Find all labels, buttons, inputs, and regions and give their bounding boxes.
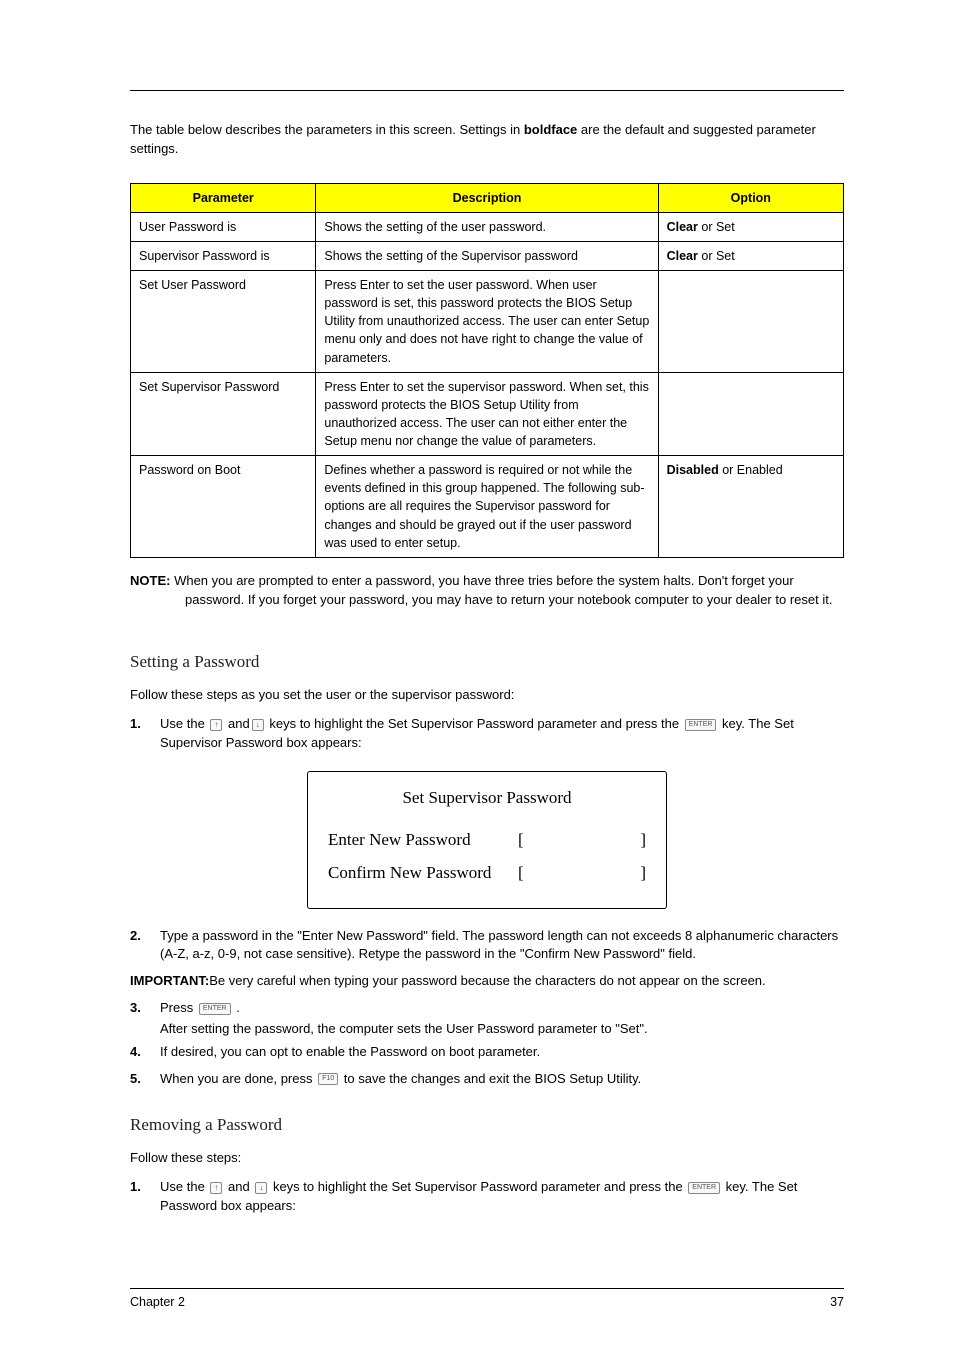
down-arrow-key-icon: ↓ — [255, 1182, 267, 1194]
step-content: Use the ↑ and↓ keys to highlight the Set… — [160, 715, 844, 753]
enter-key-icon: ENTER — [688, 1182, 720, 1194]
header-option: Option — [658, 183, 843, 212]
opt-cell: Disabled or Enabled — [658, 456, 843, 558]
step-content: Press ENTER . — [160, 999, 844, 1018]
enter-key-icon: ENTER — [685, 719, 717, 731]
set-supervisor-password-dialog: Set Supervisor Password Enter New Passwo… — [307, 771, 667, 909]
param-cell: Set Supervisor Password — [131, 372, 316, 456]
step3-post: . — [233, 1000, 240, 1015]
desc-cell: Shows the setting of the Supervisor pass… — [316, 241, 658, 270]
param-cell: Supervisor Password is — [131, 241, 316, 270]
table-header-row: Parameter Description Option — [131, 183, 844, 212]
bracket-right: ] — [636, 861, 646, 886]
step5-post: to save the changes and exit the BIOS Se… — [340, 1071, 641, 1086]
table-row: Set Supervisor Password Press Enter to s… — [131, 372, 844, 456]
step-content: When you are done, press F10 to save the… — [160, 1070, 844, 1089]
step5-pre: When you are done, press — [160, 1071, 316, 1086]
opt-rest: or Set — [698, 220, 735, 234]
rstep1-mid2: keys to highlight the Set Supervisor Pas… — [269, 1179, 686, 1194]
intro-bold: boldface — [524, 122, 577, 137]
enter-key-icon: ENTER — [199, 1003, 231, 1015]
desc-cell: Press Enter to set the user password. Wh… — [316, 271, 658, 373]
opt-bold: Disabled — [667, 463, 719, 477]
top-rule — [130, 90, 844, 91]
important-line: IMPORTANT:Be very careful when typing yo… — [130, 972, 844, 991]
up-arrow-key-icon: ↑ — [210, 719, 222, 731]
parameters-table: Parameter Description Option User Passwo… — [130, 183, 844, 558]
page-footer: Chapter 2 37 — [130, 1288, 844, 1311]
step1-mid2: keys to highlight the Set Supervisor Pas… — [266, 716, 683, 731]
param-cell: Set User Password — [131, 271, 316, 373]
note-block: NOTE: When you are prompted to enter a p… — [130, 572, 844, 610]
opt-bold: Clear — [667, 220, 698, 234]
step-3: 3. Press ENTER . — [130, 999, 844, 1018]
step-1: 1. Use the ↑ and↓ keys to highlight the … — [130, 715, 844, 753]
bracket-left: [ — [518, 861, 528, 886]
removing-intro: Follow these steps: — [130, 1149, 844, 1168]
step-content: Use the ↑ and ↓ keys to highlight the Se… — [160, 1178, 844, 1216]
note-label: NOTE: — [130, 573, 174, 588]
footer-page-number: 37 — [830, 1293, 844, 1311]
header-description: Description — [316, 183, 658, 212]
table-row: Password on Boot Defines whether a passw… — [131, 456, 844, 558]
header-parameter: Parameter — [131, 183, 316, 212]
step-5: 5. When you are done, press F10 to save … — [130, 1070, 844, 1089]
desc-cell: Shows the setting of the user password. — [316, 212, 658, 241]
step-content: If desired, you can opt to enable the Pa… — [160, 1043, 844, 1062]
opt-rest: or Enabled — [719, 463, 783, 477]
f-key-icon: F10 — [318, 1073, 338, 1085]
step1-mid1: and — [224, 716, 249, 731]
param-cell: User Password is — [131, 212, 316, 241]
dialog-row-enter: Enter New Password [ ] — [328, 828, 646, 853]
down-arrow-key-icon: ↓ — [252, 719, 264, 731]
param-cell: Password on Boot — [131, 456, 316, 558]
desc-cell: Defines whether a password is required o… — [316, 456, 658, 558]
table-row: User Password is Shows the setting of th… — [131, 212, 844, 241]
step1-pre: Use the — [160, 716, 208, 731]
step-num: 1. — [130, 1178, 160, 1216]
opt-cell: Clear or Set — [658, 241, 843, 270]
important-text: Be very careful when typing your passwor… — [209, 973, 765, 988]
up-arrow-key-icon: ↑ — [210, 1182, 222, 1194]
dialog-enter-label: Enter New Password — [328, 828, 518, 853]
opt-rest: or Set — [698, 249, 735, 263]
step-num: 5. — [130, 1070, 160, 1089]
dialog-confirm-label: Confirm New Password — [328, 861, 518, 886]
desc-cell: Press Enter to set the supervisor passwo… — [316, 372, 658, 456]
note-text: When you are prompted to enter a passwor… — [174, 573, 832, 607]
important-label: IMPORTANT: — [130, 973, 209, 988]
rstep1-pre: Use the — [160, 1179, 208, 1194]
dialog-title: Set Supervisor Password — [328, 786, 646, 811]
intro-text-start: The table below describes the parameters… — [130, 122, 524, 137]
setting-intro: Follow these steps as you set the user o… — [130, 686, 844, 705]
footer-chapter: Chapter 2 — [130, 1293, 185, 1311]
bracket-left: [ — [518, 828, 528, 853]
step-4: 4. If desired, you can opt to enable the… — [130, 1043, 844, 1062]
opt-cell: Clear or Set — [658, 212, 843, 241]
table-row: Set User Password Press Enter to set the… — [131, 271, 844, 373]
opt-cell — [658, 372, 843, 456]
intro-paragraph: The table below describes the parameters… — [130, 121, 844, 159]
step-num: 1. — [130, 715, 160, 753]
step3-line2: After setting the password, the computer… — [130, 1020, 844, 1039]
step-2: 2. Type a password in the "Enter New Pas… — [130, 927, 844, 965]
table-row: Supervisor Password is Shows the setting… — [131, 241, 844, 270]
rstep1-mid1: and — [224, 1179, 253, 1194]
step-num: 3. — [130, 999, 160, 1018]
opt-cell — [658, 271, 843, 373]
step-num: 2. — [130, 927, 160, 965]
bracket-right: ] — [636, 828, 646, 853]
step-content: Type a password in the "Enter New Passwo… — [160, 927, 844, 965]
removing-password-heading: Removing a Password — [130, 1113, 844, 1138]
remove-step-1: 1. Use the ↑ and ↓ keys to highlight the… — [130, 1178, 844, 1216]
dialog-row-confirm: Confirm New Password [ ] — [328, 861, 646, 886]
opt-bold: Clear — [667, 249, 698, 263]
step-num: 4. — [130, 1043, 160, 1062]
step3-pre: Press — [160, 1000, 197, 1015]
setting-password-heading: Setting a Password — [130, 650, 844, 675]
